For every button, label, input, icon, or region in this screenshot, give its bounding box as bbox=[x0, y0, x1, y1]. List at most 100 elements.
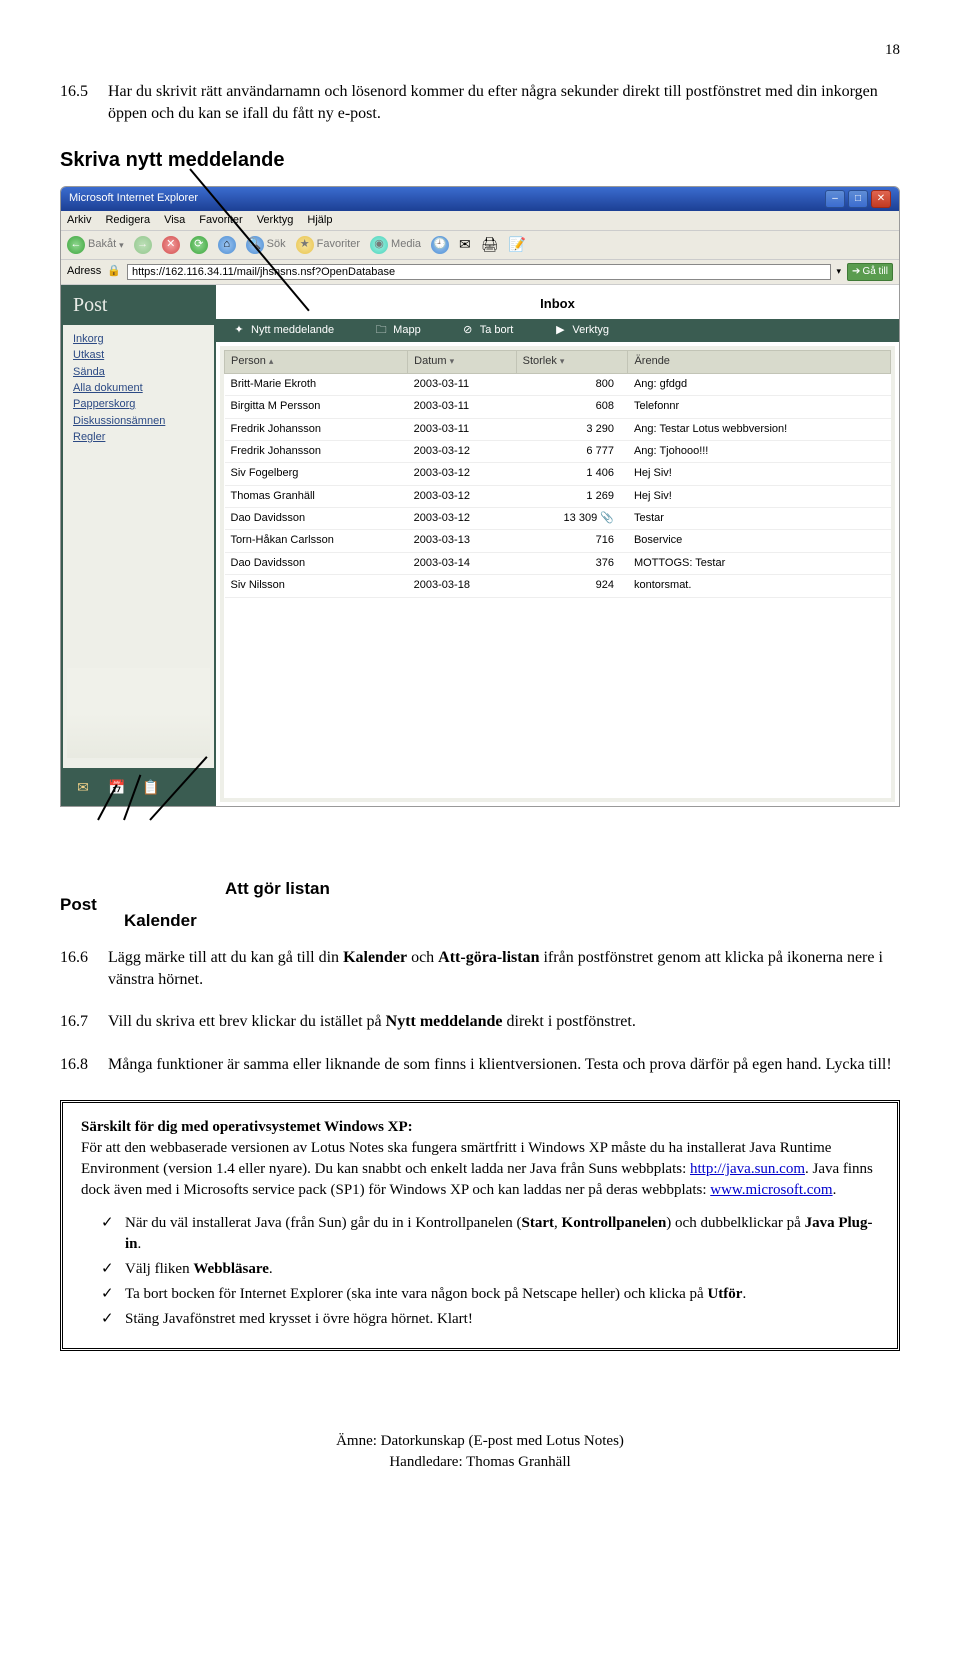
address-label: Adress bbox=[67, 264, 101, 279]
screenshot-labels: Post Kalender Att gör listan bbox=[60, 827, 900, 937]
windows-xp-box: Särskilt för dig med operativsystemet Wi… bbox=[60, 1100, 900, 1351]
table-row[interactable]: Thomas Granhäll2003-03-121 269Hej Siv! bbox=[225, 485, 891, 507]
go-arrow-icon: ➔ bbox=[852, 265, 860, 279]
menu-verktyg[interactable]: Verktyg bbox=[257, 213, 294, 228]
sidebar-diskussionsamnen[interactable]: Diskussionsämnen bbox=[73, 414, 204, 429]
col-datum[interactable]: Datum▾ bbox=[408, 351, 516, 373]
sidebar-inkorg[interactable]: Inkorg bbox=[73, 332, 204, 347]
ie-titlebar: Microsoft Internet Explorer – □ ✕ bbox=[61, 187, 899, 211]
sidebar-alla-dokument[interactable]: Alla dokument bbox=[73, 381, 204, 396]
sort-icon: ▾ bbox=[560, 356, 565, 366]
box-title-text: Särskilt för dig med operativsystemet Wi… bbox=[81, 1119, 413, 1135]
list-item: När du väl installerat Java (från Sun) g… bbox=[101, 1213, 879, 1255]
edit-button[interactable]: 📝 bbox=[509, 235, 526, 255]
txt: Lägg märke till att du kan gå till din bbox=[108, 949, 343, 966]
cell-size: 1 406 bbox=[516, 463, 628, 485]
menu-visa[interactable]: Visa bbox=[164, 213, 185, 228]
tools-label: Verktyg bbox=[572, 323, 609, 338]
go-button[interactable]: ➔ Gå till bbox=[847, 263, 893, 281]
table-row[interactable]: Britt-Marie Ekroth2003-03-11800Ang: gfdg… bbox=[225, 373, 891, 395]
col-person-label: Person bbox=[231, 355, 266, 367]
bold-webblasare: Webbläsare bbox=[193, 1261, 269, 1277]
inbox-toolbar: ✦ Nytt meddelande 🗀 Mapp ⊘ Ta bort ▶ Ver… bbox=[216, 319, 899, 342]
go-label: Gå till bbox=[862, 265, 888, 279]
bold-nytt: Nytt meddelande bbox=[386, 1013, 503, 1030]
media-label: Media bbox=[391, 237, 421, 252]
inbox-heading: Inbox bbox=[216, 285, 899, 319]
sidebar-papperskorg[interactable]: Papperskorg bbox=[73, 397, 204, 412]
para-number: 16.8 bbox=[60, 1054, 108, 1076]
ie-addressbar: Adress 🔒 ▾ ➔ Gå till bbox=[61, 260, 899, 285]
col-storlek[interactable]: Storlek▾ bbox=[516, 351, 628, 373]
stop-button[interactable]: ✕ bbox=[162, 236, 180, 254]
window-minimize-button[interactable]: – bbox=[825, 190, 845, 208]
folder-button[interactable]: 🗀 Mapp bbox=[374, 323, 421, 338]
history-button[interactable]: 🕘 bbox=[431, 236, 449, 254]
home-button[interactable]: ⌂ bbox=[218, 236, 236, 254]
col-person[interactable]: Person▴ bbox=[225, 351, 408, 373]
cell-subject: Ang: Tjohooo!!! bbox=[628, 440, 891, 462]
sidebar-regler[interactable]: Regler bbox=[73, 430, 204, 445]
forward-button[interactable]: → bbox=[134, 236, 152, 254]
empty-space bbox=[224, 598, 891, 798]
sidebar-utkast[interactable]: Utkast bbox=[73, 348, 204, 363]
media-button[interactable]: ◉ Media bbox=[370, 236, 421, 254]
refresh-button[interactable]: ⟳ bbox=[190, 236, 208, 254]
new-message-button[interactable]: ✦ Nytt meddelande bbox=[232, 323, 334, 338]
cell-date: 2003-03-11 bbox=[408, 396, 516, 418]
menu-arkiv[interactable]: Arkiv bbox=[67, 213, 91, 228]
para-number: 16.7 bbox=[60, 1011, 108, 1033]
cell-size: 376 bbox=[516, 552, 628, 574]
link-microsoft[interactable]: www.microsoft.com bbox=[710, 1182, 832, 1198]
cell-person: Fredrik Johansson bbox=[225, 440, 408, 462]
col-arende[interactable]: Ärende bbox=[628, 351, 891, 373]
cell-size: 716 bbox=[516, 530, 628, 552]
txt: . bbox=[833, 1182, 837, 1198]
address-input[interactable] bbox=[127, 264, 831, 280]
lock-icon: 🔒 bbox=[107, 264, 121, 279]
cell-person: Britt-Marie Ekroth bbox=[225, 373, 408, 395]
cell-person: Birgitta M Persson bbox=[225, 396, 408, 418]
menu-hjalp[interactable]: Hjälp bbox=[307, 213, 332, 228]
table-row[interactable]: Torn-Håkan Carlsson2003-03-13716Boservic… bbox=[225, 530, 891, 552]
window-maximize-button[interactable]: □ bbox=[848, 190, 868, 208]
table-row[interactable]: Fredrik Johansson2003-03-126 777Ang: Tjo… bbox=[225, 440, 891, 462]
window-close-button[interactable]: ✕ bbox=[871, 190, 891, 208]
mail-nav-icon[interactable]: ✉ bbox=[73, 778, 93, 798]
cell-date: 2003-03-12 bbox=[408, 463, 516, 485]
cell-subject: Telefonnr bbox=[628, 396, 891, 418]
paragraph-16-7: 16.7 Vill du skriva ett brev klickar du … bbox=[60, 1011, 900, 1033]
table-row[interactable]: Dao Davidsson2003-03-14376MOTTOGS: Testa… bbox=[225, 552, 891, 574]
para-number: 16.5 bbox=[60, 81, 108, 126]
txt: Ta bort bocken för Internet Explorer (sk… bbox=[125, 1286, 707, 1302]
todo-nav-icon[interactable]: 📋 bbox=[141, 778, 161, 798]
delete-button[interactable]: ⊘ Ta bort bbox=[461, 323, 514, 338]
ie-window: Microsoft Internet Explorer – □ ✕ Arkiv … bbox=[60, 186, 900, 807]
mail-button[interactable]: ✉ bbox=[459, 235, 471, 255]
link-java-sun[interactable]: http://java.sun.com bbox=[690, 1161, 805, 1177]
print-button[interactable]: 🖨 bbox=[481, 235, 499, 255]
cell-person: Thomas Granhäll bbox=[225, 485, 408, 507]
sidebar-decoration bbox=[67, 668, 210, 758]
txt: och bbox=[407, 949, 438, 966]
cell-date: 2003-03-14 bbox=[408, 552, 516, 574]
txt: ) och dubbelklickar på bbox=[666, 1215, 804, 1231]
menu-redigera[interactable]: Redigera bbox=[105, 213, 150, 228]
sidebar-sanda[interactable]: Sända bbox=[73, 365, 204, 380]
cell-subject: kontorsmat. bbox=[628, 575, 891, 597]
back-button[interactable]: ← Bakåt ▾ bbox=[67, 236, 124, 254]
table-row[interactable]: Dao Davidsson2003-03-1213 309 📎Testar bbox=[225, 508, 891, 530]
table-row[interactable]: Fredrik Johansson2003-03-113 290Ang: Tes… bbox=[225, 418, 891, 440]
table-row[interactable]: Siv Fogelberg2003-03-121 406Hej Siv! bbox=[225, 463, 891, 485]
inbox-table: Person▴ Datum▾ Storlek▾ Ärende Britt-Mar… bbox=[224, 350, 891, 597]
new-message-icon: ✦ bbox=[232, 324, 246, 338]
table-row[interactable]: Siv Nilsson2003-03-18924kontorsmat. bbox=[225, 575, 891, 597]
back-label: Bakåt bbox=[88, 237, 116, 252]
tools-button[interactable]: ▶ Verktyg bbox=[553, 323, 609, 338]
search-label: Sök bbox=[267, 237, 286, 252]
bold-start: Start bbox=[522, 1215, 555, 1231]
ie-menubar: Arkiv Redigera Visa Favoriter Verktyg Hj… bbox=[61, 211, 899, 231]
page-footer: Ämne: Datorkunskap (E-post med Lotus Not… bbox=[60, 1431, 900, 1473]
favorites-button[interactable]: ★ Favoriter bbox=[296, 236, 360, 254]
table-row[interactable]: Birgitta M Persson2003-03-11608Telefonnr bbox=[225, 396, 891, 418]
